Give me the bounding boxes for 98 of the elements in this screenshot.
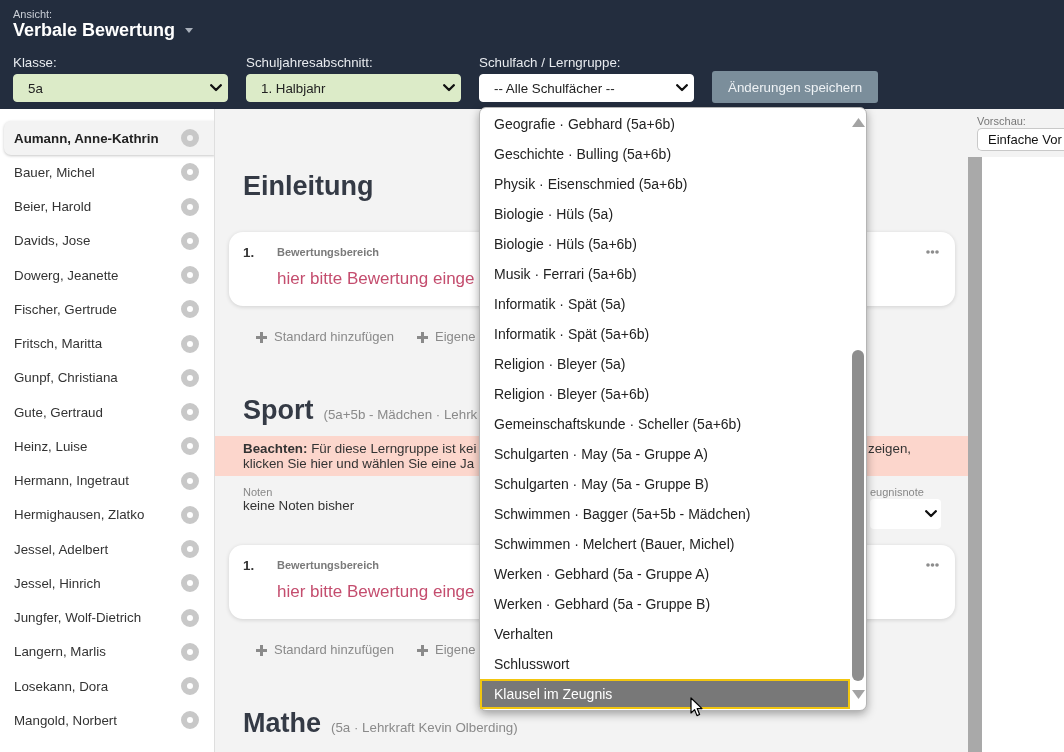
status-ring-icon <box>181 505 199 524</box>
chevron-down-icon <box>925 510 937 518</box>
status-ring-icon <box>181 197 199 216</box>
dropdown-option[interactable]: Religion · Bleyer (5a+6b) <box>480 379 850 409</box>
dropdown-option[interactable]: Geografie · Gebhard (5a+6b) <box>480 109 850 139</box>
status-ring-icon <box>181 300 199 319</box>
chevron-down-icon <box>210 84 222 92</box>
student-item[interactable]: Davids, Jose <box>4 223 214 258</box>
view-switcher[interactable]: Verbale Bewertung <box>13 20 194 40</box>
section-heading: Einleitung <box>243 171 374 201</box>
warning-text: Beachten: Für diese Lerngruppe ist kei klicken Sie hier und wählen Sie eine Ja <box>243 441 477 471</box>
scroll-up-arrow-icon[interactable] <box>851 118 865 127</box>
student-item[interactable]: Gunpf, Christiana <box>4 360 214 395</box>
status-ring-icon <box>181 574 199 593</box>
section-subtitle: (5a+5b - Mädchen · Lehrk <box>323 407 478 422</box>
area-label: Bewertungsbereich <box>277 245 380 259</box>
section-heading: Mathe <box>243 708 321 738</box>
dropdown-option[interactable]: Werken · Gebhard (5a - Gruppe A) <box>480 559 850 589</box>
dropdown-option[interactable]: Werken · Gebhard (5a - Gruppe B) <box>480 589 850 619</box>
status-ring-icon <box>181 266 199 285</box>
student-item[interactable]: Fritsch, Maritta <box>4 326 214 361</box>
evaluation-prompt[interactable]: hier bitte Bewertung einge <box>277 269 475 289</box>
status-ring-icon <box>181 642 199 661</box>
term-select[interactable]: 1. Halbjahr <box>246 74 461 102</box>
dropdown-option[interactable]: Informatik · Spät (5a) <box>480 289 850 319</box>
more-options-icon[interactable] <box>926 250 939 254</box>
student-item[interactable]: Gute, Gertraud <box>4 395 214 430</box>
status-ring-icon <box>181 471 199 490</box>
dropdown-option[interactable]: Schwimmen · Melchert (Bauer, Michel) <box>480 529 850 559</box>
student-item[interactable]: Heinz, Luise <box>4 429 214 464</box>
status-ring-icon <box>181 540 199 559</box>
dropdown-option[interactable]: Gemeinschaftskunde · Scheller (5a+6b) <box>480 409 850 439</box>
mouse-pointer-icon <box>690 697 703 717</box>
plus-icon <box>417 644 428 656</box>
student-item[interactable]: Jessel, Adelbert <box>4 532 214 567</box>
student-item[interactable]: Beier, Harold <box>4 189 214 224</box>
status-ring-icon <box>181 163 199 182</box>
caret-down-icon <box>185 27 194 33</box>
filter-label: Schuljahresabschnitt: <box>246 55 373 71</box>
dropdown-option[interactable]: Biologie · Hüls (5a) <box>480 199 850 229</box>
student-item[interactable]: Hermann, Ingetraut <box>4 463 214 498</box>
plus-icon <box>256 644 267 656</box>
status-ring-icon <box>181 608 199 627</box>
student-item[interactable]: Dowerg, Jeanette <box>4 258 214 293</box>
status-ring-icon <box>181 403 199 422</box>
status-ring-icon <box>181 231 199 250</box>
student-item[interactable]: Aumann, Anne-Kathrin <box>4 121 214 156</box>
report-grade-label: eugnisnote <box>870 486 924 498</box>
dropdown-option[interactable]: Schulgarten · May (5a - Gruppe A) <box>480 439 850 469</box>
dropdown-option[interactable]: Musik · Ferrari (5a+6b) <box>480 259 850 289</box>
dropdown-option[interactable]: Schulgarten · May (5a - Gruppe B) <box>480 469 850 499</box>
warning-text: zeigen, <box>868 441 911 456</box>
evaluation-prompt[interactable]: hier bitte Bewertung einge <box>277 582 475 602</box>
dropdown-option[interactable]: Physik · Eisenschmied (5a+6b) <box>480 169 850 199</box>
dropdown-option[interactable]: Biologie · Hüls (5a+6b) <box>480 229 850 259</box>
class-select[interactable]: 5a <box>13 74 228 102</box>
plus-icon <box>256 331 267 343</box>
status-ring-icon <box>181 437 199 456</box>
student-item[interactable]: Losekann, Dora <box>4 669 214 704</box>
student-item[interactable]: Fischer, Gertrude <box>4 292 214 327</box>
dropdown-option[interactable]: Verhalten <box>480 619 850 649</box>
dropdown-option[interactable]: Schlusswort <box>480 649 850 679</box>
student-item[interactable]: Jessel, Hinrich <box>4 566 214 601</box>
dropdown-option[interactable]: Schwimmen · Bagger (5a+5b - Mädchen) <box>480 499 850 529</box>
chevron-down-icon <box>676 84 688 92</box>
status-ring-icon <box>181 368 199 387</box>
status-ring-icon <box>181 334 199 353</box>
filter-label: Schulfach / Lerngruppe: <box>479 55 621 71</box>
student-item[interactable]: Langern, Marlis <box>4 634 214 669</box>
subject-select[interactable]: -- Alle Schulfächer -- <box>479 74 694 102</box>
scroll-down-arrow-icon[interactable] <box>851 690 865 699</box>
more-options-icon[interactable] <box>926 563 939 567</box>
status-ring-icon <box>181 711 199 730</box>
dropdown-option[interactable]: Religion · Bleyer (5a) <box>480 349 850 379</box>
status-ring-icon <box>181 129 199 148</box>
grades-value: keine Noten bisher <box>243 498 355 514</box>
student-item[interactable]: Jungfer, Wolf-Dietrich <box>4 600 214 635</box>
entry-number: 1. <box>243 558 256 574</box>
grades-label: Noten <box>243 486 274 498</box>
preview-label: Vorschau: <box>977 115 1026 127</box>
dropdown-option[interactable]: Klausel im Zeugnis <box>480 679 850 709</box>
student-item[interactable]: Bauer, Michel <box>4 155 214 190</box>
report-grade-select[interactable] <box>870 499 941 529</box>
area-label: Bewertungsbereich <box>277 558 380 572</box>
dropdown-option[interactable]: Informatik · Spät (5a+6b) <box>480 319 850 349</box>
dropdown-option[interactable]: Geschichte · Bulling (5a+6b) <box>480 139 850 169</box>
plus-icon <box>417 331 428 343</box>
entry-number: 1. <box>243 245 256 261</box>
student-item[interactable]: Hermighausen, Zlatko <box>4 497 214 532</box>
status-ring-icon <box>181 677 199 696</box>
chevron-down-icon <box>443 84 455 92</box>
scrollbar-thumb[interactable] <box>852 350 864 681</box>
section-heading: Sport <box>243 395 314 425</box>
view-label: Ansicht: <box>13 8 53 20</box>
section-subtitle: (5a · Lehrkraft Kevin Olberding) <box>331 720 518 735</box>
student-item[interactable]: Mangold, Norbert <box>4 703 214 738</box>
filter-label: Klasse: <box>13 55 57 71</box>
preview-select[interactable]: Einfache Vor <box>977 128 1064 151</box>
